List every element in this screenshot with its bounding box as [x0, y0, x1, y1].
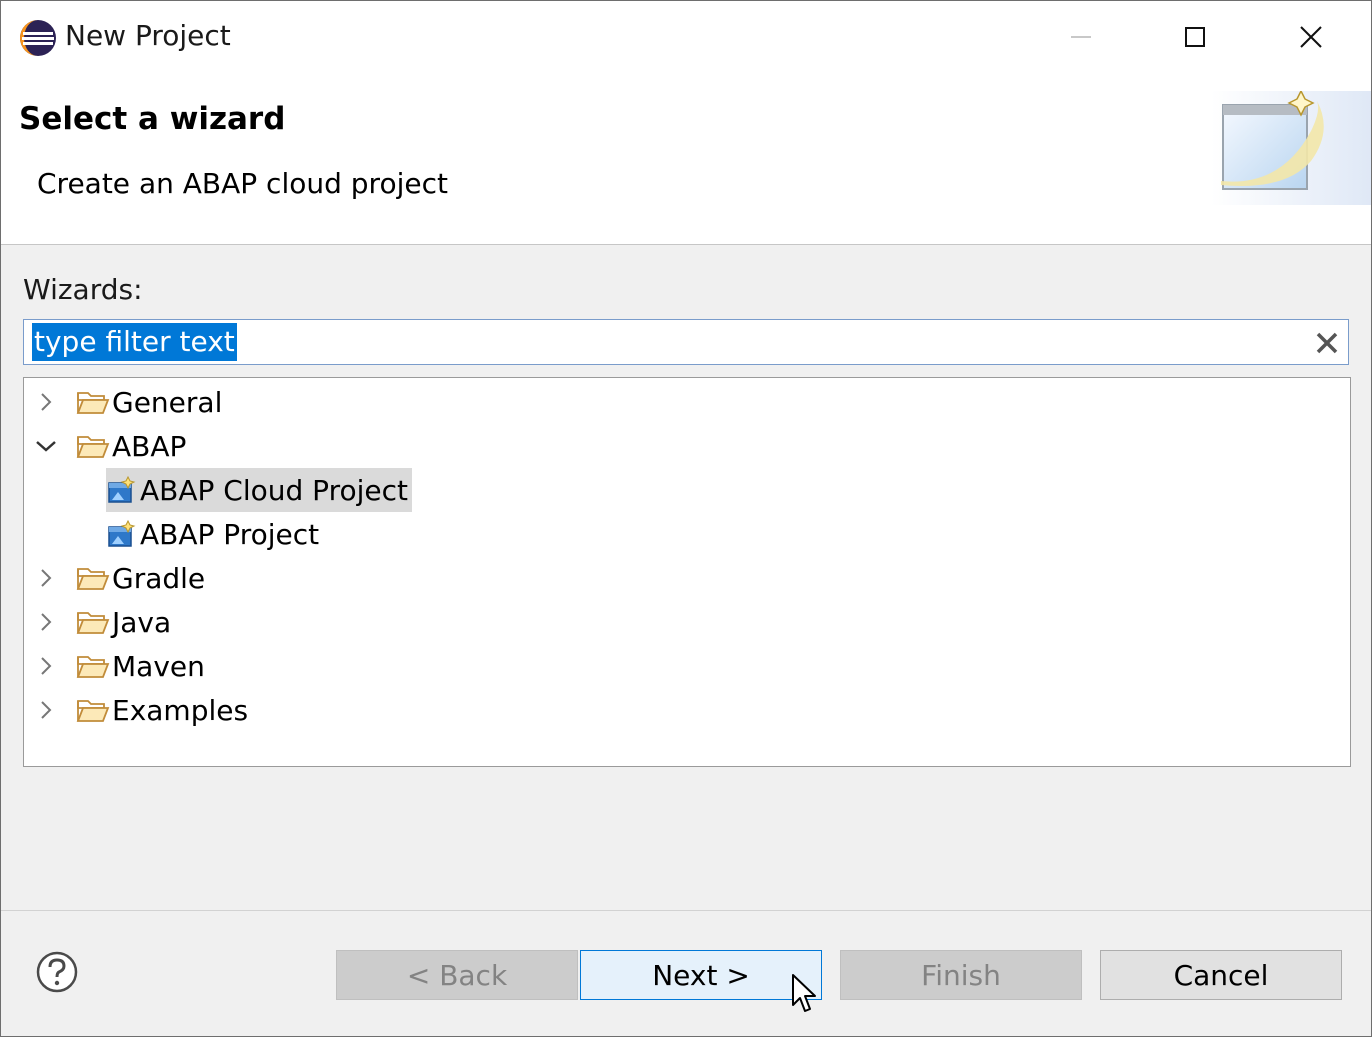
tree-item-label: Maven — [112, 649, 205, 683]
back-button[interactable]: < Back — [336, 950, 578, 1000]
tree-item-label: Gradle — [112, 561, 206, 595]
window-title: New Project — [65, 19, 231, 52]
new-wizard-banner-icon — [1211, 91, 1371, 205]
folder-icon — [76, 392, 110, 414]
wizards-label: Wizards: — [23, 273, 143, 306]
filter-input-value: type filter text — [32, 323, 237, 361]
next-button[interactable]: Next > — [580, 950, 822, 1000]
wizard-banner: Select a wizard Create an ABAP cloud pro… — [1, 75, 1371, 245]
minimize-button[interactable] — [1051, 11, 1111, 63]
finish-button[interactable]: Finish — [840, 950, 1082, 1000]
filter-input[interactable]: type filter text — [23, 319, 1349, 365]
maximize-button[interactable] — [1165, 11, 1225, 63]
close-button[interactable] — [1281, 11, 1341, 63]
banner-description: Create an ABAP cloud project — [37, 167, 448, 200]
tree-item-abap[interactable]: ABAP — [34, 424, 186, 468]
chevron-down-icon[interactable] — [34, 434, 58, 458]
maximize-icon — [1185, 27, 1205, 47]
chevron-right-icon[interactable] — [34, 698, 58, 722]
tree-item-maven[interactable]: Maven — [34, 644, 205, 688]
wizard-tree: General ABAP ABAP Cloud Project ABAP Pro… — [23, 377, 1351, 767]
tree-item-gradle[interactable]: Gradle — [34, 556, 205, 600]
cancel-button[interactable]: Cancel — [1100, 950, 1342, 1000]
folder-icon — [76, 656, 110, 678]
tree-item-label: Examples — [112, 693, 249, 727]
folder-icon — [76, 700, 110, 722]
mouse-cursor-icon — [792, 974, 816, 1012]
tree-item-general[interactable]: General — [34, 380, 222, 424]
close-icon — [1300, 26, 1322, 48]
help-icon[interactable] — [36, 951, 78, 993]
button-bar-separator — [1, 910, 1371, 911]
tree-item-label: Java — [112, 605, 172, 639]
tree-item-abap-cloud-project[interactable]: ABAP Cloud Project — [106, 468, 412, 512]
chevron-right-icon[interactable] — [34, 610, 58, 634]
chevron-right-icon[interactable] — [34, 654, 58, 678]
tree-item-java[interactable]: Java — [34, 600, 171, 644]
chevron-right-icon[interactable] — [34, 566, 58, 590]
tree-item-label: General — [112, 385, 223, 419]
folder-icon — [76, 568, 110, 590]
minimize-icon — [1071, 36, 1091, 38]
tree-item-abap-project[interactable]: ABAP Project — [106, 512, 319, 556]
tree-item-label: ABAP — [112, 429, 187, 463]
clear-icon[interactable] — [1314, 330, 1340, 356]
tree-item-label: ABAP Project — [140, 517, 320, 551]
abap-project-icon — [108, 519, 136, 547]
eclipse-icon — [20, 20, 56, 56]
folder-icon — [76, 612, 110, 634]
new-project-dialog: New Project Select a wizard Create an AB… — [0, 0, 1372, 1037]
tree-item-examples[interactable]: Examples — [34, 688, 248, 732]
banner-title: Select a wizard — [19, 101, 286, 137]
folder-icon — [76, 436, 110, 458]
chevron-right-icon[interactable] — [34, 390, 58, 414]
tree-item-label: ABAP Cloud Project — [140, 473, 408, 507]
title-bar: New Project — [1, 1, 1371, 75]
abap-project-icon — [108, 475, 136, 503]
